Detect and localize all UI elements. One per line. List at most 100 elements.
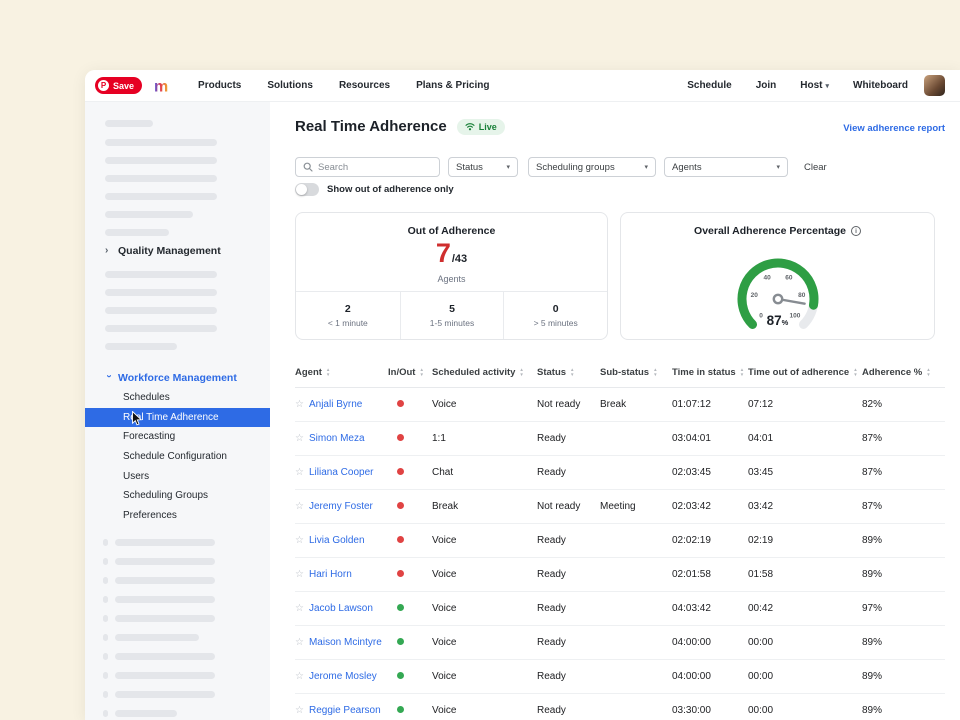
column-header[interactable]: Agent ▲▼ xyxy=(295,367,388,378)
column-header[interactable]: In/Out ▲▼ xyxy=(388,367,432,378)
nav-item[interactable]: Solutions xyxy=(267,80,313,91)
table-row[interactable]: ☆ Jerome Mosley Voice Ready 04:00:00 00:… xyxy=(295,660,945,694)
secondary-nav: Schedule Join Host ▾ Whiteboard xyxy=(687,80,908,91)
view-adherence-report-link[interactable]: View adherence report xyxy=(843,123,945,134)
agent-link[interactable]: Livia Golden xyxy=(309,535,365,546)
inout-status-dot xyxy=(397,638,404,645)
column-header[interactable]: Adherence % ▲▼ xyxy=(862,367,945,378)
table-row[interactable]: ☆ Jacob Lawson Voice Ready 04:03:42 00:4… xyxy=(295,592,945,626)
star-icon[interactable]: ☆ xyxy=(295,433,304,444)
adherence-percent-cell: 89% xyxy=(862,637,945,648)
info-icon[interactable]: i xyxy=(851,226,861,236)
time-in-status-cell: 02:02:19 xyxy=(672,535,748,546)
star-icon[interactable]: ☆ xyxy=(295,603,304,614)
star-icon[interactable]: ☆ xyxy=(295,467,304,478)
star-icon[interactable]: ☆ xyxy=(295,569,304,580)
sidebar-subitem[interactable]: Scheduling Groups xyxy=(85,486,270,506)
star-icon[interactable]: ☆ xyxy=(295,637,304,648)
svg-text:80: 80 xyxy=(798,292,806,299)
sort-icon[interactable]: ▲▼ xyxy=(653,368,657,376)
breakdown-label: 1-5 minutes xyxy=(430,318,474,328)
table-row[interactable]: ☆ Simon Meza 1:1 Ready 03:04:01 04:01 87… xyxy=(295,422,945,456)
scheduling-groups-dropdown[interactable]: Scheduling groups ▾ xyxy=(528,157,656,177)
sort-icon[interactable]: ▲▼ xyxy=(326,368,330,376)
table-row[interactable]: ☆ Anjali Byrne Voice Not ready Break 01:… xyxy=(295,388,945,422)
time-in-status-cell: 02:03:42 xyxy=(672,501,748,512)
svg-text:40: 40 xyxy=(763,274,771,281)
adherence-toggle-row: Show out of adherence only xyxy=(295,183,454,196)
sidebar-subitem[interactable]: Preferences xyxy=(85,506,270,526)
status-cell: Ready xyxy=(537,467,600,478)
nav-item[interactable]: Plans & Pricing xyxy=(416,80,489,91)
wifi-icon xyxy=(465,122,475,131)
column-header[interactable]: Sub-status ▲▼ xyxy=(600,367,672,378)
inout-status-dot xyxy=(397,570,404,577)
nav-item[interactable]: Join xyxy=(756,80,777,91)
sidebar-subitem[interactable]: Users xyxy=(85,466,270,486)
sidebar-subitem[interactable]: Schedule Configuration xyxy=(85,447,270,467)
scheduled-activity-cell: Chat xyxy=(432,467,537,478)
clear-filters-button[interactable]: Clear xyxy=(804,162,827,173)
table-row[interactable]: ☆ Hari Horn Voice Ready 02:01:58 01:58 8… xyxy=(295,558,945,592)
scheduled-activity-cell: Voice xyxy=(432,535,537,546)
status-dropdown[interactable]: Status ▾ xyxy=(448,157,518,177)
skeleton-bar xyxy=(115,615,215,622)
agent-link[interactable]: Hari Horn xyxy=(309,569,352,580)
inout-status-dot xyxy=(397,672,404,679)
breakdown-label: > 5 minutes xyxy=(534,318,578,328)
agent-link[interactable]: Liliana Cooper xyxy=(309,467,374,478)
nav-item[interactable]: Products xyxy=(198,80,241,91)
brand-logo-icon[interactable]: m xyxy=(152,77,176,95)
agent-link[interactable]: Reggie Pearson xyxy=(309,705,381,716)
nav-item[interactable]: Host ▾ xyxy=(800,80,829,91)
sidebar-item-workforce-management[interactable]: › Workforce Management xyxy=(85,369,270,387)
agent-link[interactable]: Anjali Byrne xyxy=(309,399,362,410)
sidebar-subitem[interactable]: Forecasting xyxy=(85,427,270,447)
star-icon[interactable]: ☆ xyxy=(295,705,304,716)
sort-icon[interactable]: ▲▼ xyxy=(740,368,744,376)
star-icon[interactable]: ☆ xyxy=(295,399,304,410)
chevron-down-icon: ▾ xyxy=(644,163,648,171)
nav-item[interactable]: Whiteboard xyxy=(853,80,908,91)
pinterest-save-button[interactable]: P Save xyxy=(95,77,142,94)
table-row[interactable]: ☆ Jeremy Foster Break Not ready Meeting … xyxy=(295,490,945,524)
agent-link[interactable]: Jacob Lawson xyxy=(309,603,373,614)
column-header[interactable]: Time in status ▲▼ xyxy=(672,367,748,378)
agent-link[interactable]: Maison Mcintyre xyxy=(309,637,382,648)
user-avatar[interactable] xyxy=(924,75,945,96)
time-in-status-cell: 04:03:42 xyxy=(672,603,748,614)
table-row[interactable]: ☆ Liliana Cooper Chat Ready 02:03:45 03:… xyxy=(295,456,945,490)
nav-item[interactable]: Resources xyxy=(339,80,390,91)
search-input[interactable]: Search xyxy=(295,157,440,177)
sort-icon[interactable]: ▲▼ xyxy=(853,368,857,376)
skeleton-bar xyxy=(103,596,108,603)
out-of-adherence-toggle[interactable] xyxy=(295,183,319,196)
agent-link[interactable]: Jerome Mosley xyxy=(309,671,377,682)
table-row[interactable]: ☆ Maison Mcintyre Voice Ready 04:00:00 0… xyxy=(295,626,945,660)
sort-icon[interactable]: ▲▼ xyxy=(519,368,523,376)
breakdown-label: < 1 minute xyxy=(328,318,368,328)
agent-link[interactable]: Simon Meza xyxy=(309,433,365,444)
table-row[interactable]: ☆ Reggie Pearson Voice Ready 03:30:00 00… xyxy=(295,694,945,720)
star-icon[interactable]: ☆ xyxy=(295,671,304,682)
sidebar-subitem-label: Schedules xyxy=(123,392,170,403)
sidebar-item-quality-management[interactable]: › Quality Management xyxy=(85,242,270,260)
nav-item[interactable]: Schedule xyxy=(687,80,731,91)
sort-icon[interactable]: ▲▼ xyxy=(570,368,574,376)
table-row[interactable]: ☆ Livia Golden Voice Ready 02:02:19 02:1… xyxy=(295,524,945,558)
agent-link[interactable]: Jeremy Foster xyxy=(309,501,373,512)
star-icon[interactable]: ☆ xyxy=(295,535,304,546)
sort-icon[interactable]: ▲▼ xyxy=(419,368,423,376)
inout-status-dot xyxy=(397,536,404,543)
dropdown-label: Agents xyxy=(672,162,702,173)
star-icon[interactable]: ☆ xyxy=(295,501,304,512)
column-header[interactable]: Status ▲▼ xyxy=(537,367,600,378)
column-header[interactable]: Time out of adherence ▲▼ xyxy=(748,367,862,378)
time-out-of-adherence-cell: 00:00 xyxy=(748,705,862,716)
sidebar-subitem[interactable]: Schedules xyxy=(85,388,270,408)
sidebar-subitem[interactable]: Real Time Adherence xyxy=(85,408,270,428)
column-header-label: Status xyxy=(537,367,566,378)
column-header[interactable]: Scheduled activity ▲▼ xyxy=(432,367,537,378)
agents-dropdown[interactable]: Agents ▾ xyxy=(664,157,788,177)
sort-icon[interactable]: ▲▼ xyxy=(926,368,930,376)
